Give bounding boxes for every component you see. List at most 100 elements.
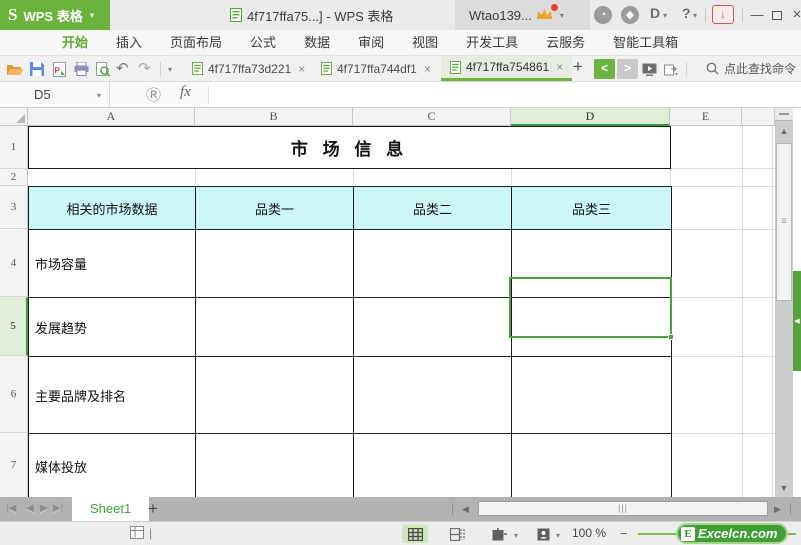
cell-title-merged[interactable]: 市 场 信 息 bbox=[28, 126, 671, 169]
sidebar-collapse-tab[interactable]: ◀ bbox=[793, 271, 801, 371]
page-break-view-button[interactable] bbox=[444, 525, 470, 543]
insert-function-button[interactable]: fx bbox=[180, 84, 191, 101]
cell-a6[interactable]: 主要品牌及排名 bbox=[29, 357, 196, 434]
next-sheet-icon[interactable]: ▶ bbox=[40, 497, 48, 521]
cell-a5[interactable]: 发展趋势 bbox=[29, 298, 196, 357]
cell-b4[interactable] bbox=[196, 230, 354, 298]
page-layout-view-button[interactable] bbox=[486, 525, 512, 543]
select-all-corner[interactable] bbox=[0, 108, 28, 126]
doc-tab-2[interactable]: 4f717ffa744df1 × bbox=[312, 56, 440, 81]
maximize-button[interactable] bbox=[766, 0, 788, 30]
cell-d6[interactable] bbox=[512, 357, 672, 434]
scroll-down-icon[interactable]: ▼ bbox=[775, 479, 793, 497]
tab-formulas[interactable]: 公式 bbox=[236, 30, 290, 55]
row-header-6[interactable]: 6 bbox=[0, 356, 28, 433]
next-tab-button[interactable]: > bbox=[617, 59, 638, 79]
first-sheet-icon[interactable]: |◀ bbox=[6, 497, 16, 521]
cell-d7[interactable] bbox=[512, 434, 672, 497]
cell-b5[interactable] bbox=[196, 298, 354, 357]
export-pdf-icon[interactable]: P bbox=[50, 60, 68, 78]
column-header-e[interactable]: E bbox=[670, 108, 742, 126]
doc-tab-3-active[interactable]: 4f717ffa754861 × bbox=[441, 56, 573, 81]
previous-tab-button[interactable]: < bbox=[594, 59, 615, 79]
chevron-down-icon[interactable]: ▾ bbox=[97, 91, 101, 100]
fill-handle[interactable] bbox=[668, 334, 674, 340]
undo-icon[interactable]: ↶ bbox=[116, 59, 129, 77]
scroll-right-icon[interactable]: ▶ bbox=[774, 497, 781, 521]
minimize-button[interactable]: — bbox=[746, 0, 768, 30]
name-box[interactable]: D5 ▾ bbox=[0, 82, 110, 107]
redo-icon[interactable]: ↷ bbox=[138, 59, 151, 77]
tab-review[interactable]: 审阅 bbox=[344, 30, 398, 55]
cell-b7[interactable] bbox=[196, 434, 354, 497]
download-center-button[interactable]: D bbox=[650, 5, 660, 21]
toolbar-more-icon[interactable]: ▾ bbox=[168, 65, 172, 74]
scroll-left-icon[interactable]: ◀ bbox=[462, 497, 469, 521]
last-sheet-icon[interactable]: ▶| bbox=[53, 497, 63, 521]
find-command-box[interactable]: 点此查找命令 bbox=[706, 56, 796, 81]
cell-c6[interactable] bbox=[354, 357, 512, 434]
cell-c5[interactable] bbox=[354, 298, 512, 357]
print-preview-icon[interactable] bbox=[94, 60, 112, 78]
tab-page-layout[interactable]: 页面布局 bbox=[156, 30, 236, 55]
skin-center-icon[interactable]: ◔ bbox=[594, 6, 612, 24]
sheet-tab-sheet1[interactable]: Sheet1 bbox=[72, 497, 150, 521]
new-document-tab-button[interactable]: + bbox=[573, 57, 583, 77]
row-header-1[interactable]: 1 bbox=[0, 126, 28, 169]
cell-c3[interactable]: 品类二 bbox=[354, 187, 512, 230]
chevron-down-icon[interactable]: ▾ bbox=[514, 531, 518, 540]
play-presentation-icon[interactable] bbox=[640, 60, 658, 78]
tab-cloud[interactable]: 云服务 bbox=[532, 30, 599, 55]
download-app-icon[interactable]: ↓ bbox=[712, 5, 734, 24]
app-menu-button[interactable]: S WPS 表格 ▾ bbox=[0, 0, 110, 30]
print-icon[interactable] bbox=[72, 60, 90, 78]
tab-view[interactable]: 视图 bbox=[398, 30, 452, 55]
save-icon[interactable] bbox=[28, 60, 46, 78]
close-tab-icon[interactable]: × bbox=[424, 62, 431, 76]
search-template-icon[interactable]: Ⓡ bbox=[146, 84, 161, 105]
tab-smart-toolbox[interactable]: 智能工具箱 bbox=[599, 30, 692, 55]
account-button[interactable]: Wtao139... ▾ bbox=[455, 0, 590, 30]
help-button[interactable]: ? bbox=[682, 5, 691, 21]
cell-a3[interactable]: 相关的市场数据 bbox=[29, 187, 196, 230]
column-header-c[interactable]: C bbox=[353, 108, 511, 126]
macro-record-icon[interactable] bbox=[130, 526, 144, 539]
close-button[interactable]: × bbox=[786, 0, 801, 30]
scroll-up-icon[interactable]: ▲ bbox=[775, 122, 793, 140]
close-tab-icon[interactable]: × bbox=[556, 60, 563, 74]
row-header-7[interactable]: 7 bbox=[0, 433, 28, 497]
column-header-f-partial[interactable] bbox=[742, 108, 775, 126]
cell-c4[interactable] bbox=[354, 230, 512, 298]
zoom-out-button[interactable]: − bbox=[620, 522, 628, 545]
member-center-icon[interactable]: ◆ bbox=[621, 6, 639, 24]
normal-view-button[interactable] bbox=[402, 525, 428, 543]
tab-insert[interactable]: 插入 bbox=[102, 30, 156, 55]
formula-input[interactable] bbox=[209, 82, 801, 107]
row-header-5-selected[interactable]: 5 bbox=[0, 297, 28, 356]
column-header-b[interactable]: B bbox=[195, 108, 353, 126]
tab-home[interactable]: 开始 bbox=[48, 30, 102, 55]
cell-b3[interactable]: 品类一 bbox=[196, 187, 354, 230]
row-header-4[interactable]: 4 bbox=[0, 229, 28, 297]
share-icon[interactable] bbox=[662, 60, 680, 78]
cell-b6[interactable] bbox=[196, 357, 354, 434]
split-handle[interactable] bbox=[775, 108, 793, 121]
vertical-scrollbar[interactable]: ▲ ≡ ▼ bbox=[775, 108, 793, 497]
horizontal-scroll-thumb[interactable]: ||| bbox=[478, 501, 768, 516]
cell-d3[interactable]: 品类三 bbox=[512, 187, 672, 230]
tab-data[interactable]: 数据 bbox=[290, 30, 344, 55]
cell-a4[interactable]: 市场容量 bbox=[29, 230, 196, 298]
row-header-3[interactable]: 3 bbox=[0, 186, 28, 229]
tab-developer[interactable]: 开发工具 bbox=[452, 30, 532, 55]
vertical-scroll-thumb[interactable]: ≡ bbox=[776, 143, 792, 301]
column-header-a[interactable]: A bbox=[28, 108, 195, 126]
cell-a7[interactable]: 媒体投放 bbox=[29, 434, 196, 497]
vip-crown-icon[interactable] bbox=[536, 4, 558, 23]
previous-sheet-icon[interactable]: ◀ bbox=[26, 497, 34, 521]
open-file-icon[interactable] bbox=[6, 60, 24, 78]
cell-c7[interactable] bbox=[354, 434, 512, 497]
add-sheet-button[interactable]: + bbox=[148, 497, 158, 521]
close-tab-icon[interactable]: × bbox=[298, 62, 305, 76]
row-header-2[interactable]: 2 bbox=[0, 169, 28, 186]
reading-mode-button[interactable] bbox=[530, 525, 556, 543]
